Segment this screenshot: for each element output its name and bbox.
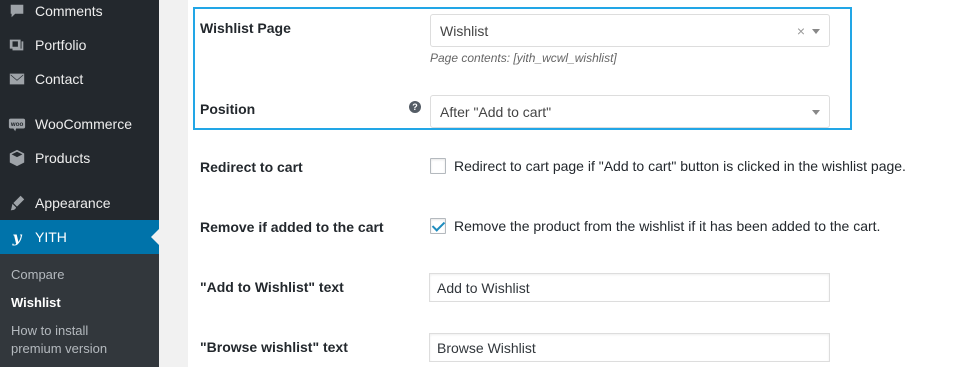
position-label: Position [200, 101, 256, 117]
position-select[interactable]: After "Add to cart" [430, 95, 830, 128]
admin-sidebar: Comments Portfolio Contact WOO WooCommer… [0, 0, 159, 367]
yith-icon: y [7, 227, 27, 247]
sidebar-item-label: Products [35, 150, 91, 166]
sidebar-item-label: WooCommerce [35, 116, 132, 132]
yith-submenu: Compare Wishlist How to install premium … [0, 254, 159, 367]
sidebar-item-woocommerce[interactable]: WOO WooCommerce [0, 107, 159, 141]
redirect-label: Redirect to cart [200, 159, 303, 175]
browse-text-input[interactable]: Browse Wishlist [429, 333, 830, 362]
appearance-icon [7, 193, 27, 213]
browse-text-label: "Browse wishlist" text [200, 339, 348, 355]
portfolio-icon [7, 35, 27, 55]
sidebar-item-comments[interactable]: Comments [0, 0, 159, 28]
products-icon [7, 148, 27, 168]
clear-icon[interactable]: × [797, 23, 805, 39]
sidebar-item-label: Contact [35, 71, 84, 87]
add-text-input[interactable]: Add to Wishlist [429, 273, 830, 302]
add-text-label: "Add to Wishlist" text [200, 279, 344, 295]
redirect-checkbox-label: Redirect to cart page if "Add to cart" b… [454, 158, 906, 174]
dropdown-arrow-icon [812, 110, 820, 115]
comments-icon [7, 1, 27, 21]
sidebar-item-products[interactable]: Products [0, 141, 159, 175]
remove-label: Remove if added to the cart [200, 219, 384, 235]
position-value: After "Add to cart" [440, 103, 552, 120]
sidebar-item-yith[interactable]: y YITH [0, 220, 159, 254]
wishlist-page-description: Page contents: [yith_wcwl_wishlist] [430, 51, 617, 65]
sidebar-item-label: Comments [35, 3, 103, 19]
sidebar-item-label: Portfolio [35, 37, 87, 53]
help-icon[interactable]: ? [409, 101, 421, 113]
sidebar-item-label: Appearance [35, 195, 111, 211]
sidebar-item-appearance[interactable]: Appearance [0, 186, 159, 220]
remove-checkbox[interactable] [430, 218, 446, 234]
wishlist-page-label: Wishlist Page [200, 20, 291, 36]
redirect-checkbox[interactable] [430, 158, 446, 174]
sidebar-item-contact[interactable]: Contact [0, 62, 159, 96]
sidebar-item-portfolio[interactable]: Portfolio [0, 28, 159, 62]
woocommerce-icon: WOO [7, 114, 27, 134]
submenu-item-premium-version[interactable]: premium version [11, 338, 107, 360]
dropdown-arrow-icon [812, 29, 820, 34]
contact-icon [7, 69, 27, 89]
remove-checkbox-label: Remove the product from the wishlist if … [454, 218, 881, 234]
submenu-item-compare[interactable]: Compare [11, 264, 64, 286]
wishlist-page-select[interactable]: Wishlist × [430, 14, 830, 47]
svg-text:WOO: WOO [11, 122, 24, 128]
svg-text:y: y [12, 228, 23, 246]
submenu-item-wishlist[interactable]: Wishlist [11, 292, 61, 314]
wishlist-page-value: Wishlist [440, 22, 489, 39]
sidebar-item-label: YITH [35, 229, 67, 245]
